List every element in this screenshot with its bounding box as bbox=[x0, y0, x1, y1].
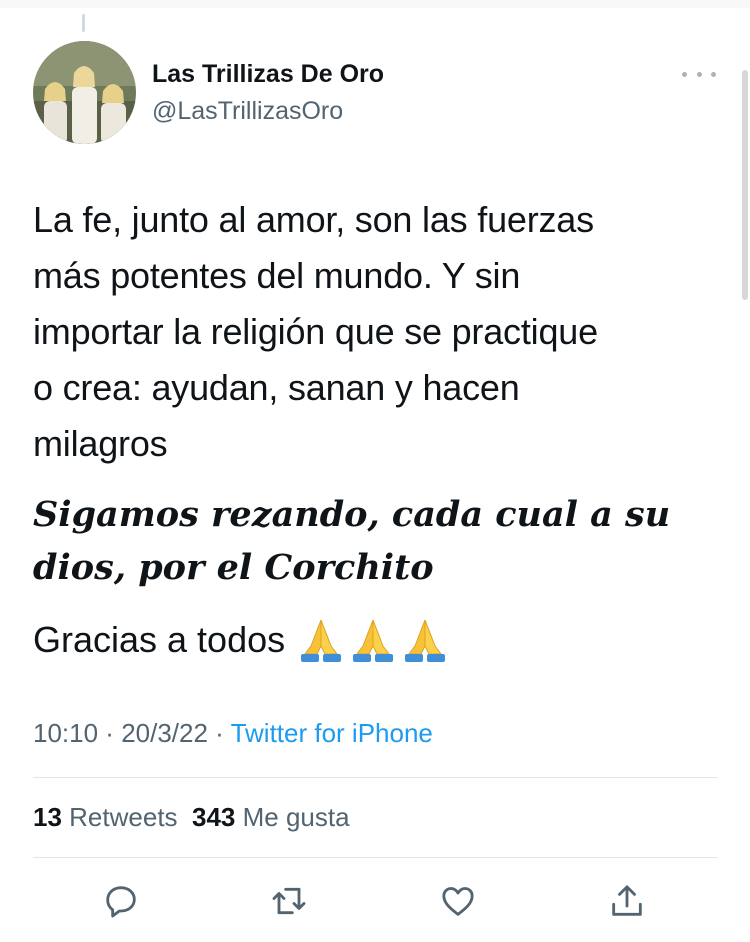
divider bbox=[33, 857, 718, 858]
avatar-image bbox=[33, 41, 136, 144]
praying-hands-icon bbox=[301, 619, 342, 662]
likes-count[interactable]: 343 bbox=[192, 802, 235, 832]
divider bbox=[33, 777, 718, 778]
retweet-icon bbox=[272, 887, 306, 915]
praying-hands-icon bbox=[353, 619, 394, 662]
tweet-source-link[interactable]: Twitter for iPhone bbox=[231, 718, 433, 748]
tweet-thanks-text: Gracias a todos bbox=[33, 619, 286, 660]
retweets-label[interactable]: Retweets bbox=[69, 802, 177, 832]
scrollbar[interactable] bbox=[742, 70, 748, 300]
praying-hands-icon bbox=[405, 619, 446, 662]
top-bar bbox=[0, 0, 750, 8]
tweet-stats: 13 Retweets 343 Me gusta bbox=[33, 802, 350, 833]
tweet-date[interactable]: 20/3/22 bbox=[121, 718, 208, 748]
tweet-text: La fe, junto al amor, son las fuerzas má… bbox=[33, 199, 598, 464]
share-button[interactable] bbox=[606, 880, 648, 922]
more-options-button[interactable] bbox=[682, 62, 716, 86]
tweet-bold-text: Sigamos rezando, cada cual a su dios, po… bbox=[33, 494, 671, 588]
tweet-thanks-line: Gracias a todos bbox=[33, 612, 449, 668]
more-dot-icon bbox=[696, 71, 702, 77]
retweet-button[interactable] bbox=[268, 880, 310, 922]
like-button[interactable] bbox=[437, 880, 479, 922]
share-icon bbox=[612, 885, 642, 916]
user-handle[interactable]: @LasTrillizasOro bbox=[152, 97, 343, 126]
more-dot-icon bbox=[682, 71, 687, 77]
more-dot-icon bbox=[711, 71, 716, 77]
tweet-time[interactable]: 10:10 bbox=[33, 718, 98, 748]
meta-separator: · bbox=[207, 718, 231, 748]
display-name[interactable]: Las Trillizas De Oro bbox=[152, 60, 384, 89]
tweet-meta: 10:10 · 20/3/22 · Twitter for iPhone bbox=[33, 718, 433, 749]
reply-icon bbox=[106, 886, 136, 918]
like-icon bbox=[442, 887, 474, 916]
retweets-count[interactable]: 13 bbox=[33, 802, 62, 832]
thread-connector-line bbox=[82, 14, 85, 32]
avatar[interactable] bbox=[33, 41, 136, 144]
reply-button[interactable] bbox=[100, 880, 142, 922]
meta-separator: · bbox=[98, 718, 122, 748]
likes-label[interactable]: Me gusta bbox=[243, 802, 350, 832]
emoji-group bbox=[297, 616, 449, 664]
